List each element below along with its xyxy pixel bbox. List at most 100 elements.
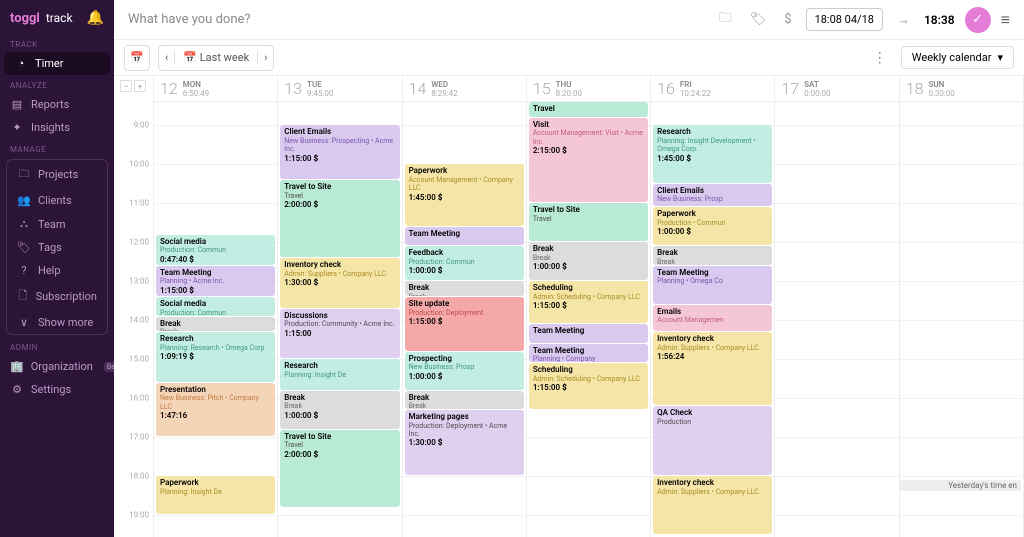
more-icon[interactable]: ⋮ (867, 50, 893, 66)
calendar-event[interactable]: Site updateProduction: Deployment1:15:00… (405, 297, 524, 351)
prev-icon[interactable]: ‹ (159, 51, 175, 64)
calendar-event[interactable]: SchedulingAdmin: Scheduling • Company LL… (529, 281, 648, 323)
event-project: Travel (284, 192, 395, 200)
calendar-event[interactable]: ProspectingNew Business: Prosp1:00:00 $ (405, 352, 524, 390)
billable-icon: $ (438, 372, 443, 382)
date-range[interactable]: 📅 Last week (175, 51, 257, 64)
section-header: MANAGE (0, 139, 114, 157)
calendar-event[interactable]: BreakBreak (405, 391, 524, 410)
day-number: 12 (160, 79, 178, 98)
nav-item-settings[interactable]: ⚙ Settings (0, 378, 114, 401)
calendar-event[interactable]: Inventory checkAdmin: Suppliers • Compan… (653, 476, 772, 534)
calendar-event[interactable]: Marketing pagesProduction: Deployment • … (405, 410, 524, 475)
calendar-event[interactable]: Client EmailsNew Business: Prosp (653, 184, 772, 206)
nav-item-show-more[interactable]: ∨Show more (7, 311, 107, 334)
calendar-event[interactable]: ResearchPlanning: Research • Omega Corp1… (156, 332, 275, 382)
calendar-event[interactable]: BreakBreak (405, 281, 524, 296)
event-project: Break (284, 402, 395, 410)
calendar-event[interactable]: BreakBreak1:00:00 $ (529, 242, 648, 280)
calendar-event[interactable]: ResearchPlanning: Insight De (280, 359, 399, 389)
calendar-event[interactable]: QA CheckProduction (653, 406, 772, 475)
calendar-event[interactable]: Social mediaProduction: Commun (156, 297, 275, 316)
calendar-event[interactable]: Travel to SiteTravel (529, 203, 648, 241)
event-title: Travel to Site (284, 432, 395, 442)
timer-input[interactable]: What have you done? (128, 12, 705, 27)
calendar-event[interactable]: Travel to SiteTravel2:00:00 $ (280, 180, 399, 257)
nav-item-insights[interactable]: ✦Insights (0, 116, 114, 139)
zoom-controls: − + (120, 80, 146, 92)
calendar-event[interactable]: EmailsAccount Managemen (653, 305, 772, 331)
calendar-event[interactable]: PaperworkPlanning: Insight De (156, 476, 275, 514)
calendar-event[interactable]: Team MeetingPlanning • Omega Co (653, 266, 772, 304)
nav-item-team[interactable]: ⛬Team (7, 212, 107, 236)
calendar-event[interactable]: SchedulingAdmin: Scheduling • Company LL… (529, 363, 648, 409)
calendar-event[interactable]: Social mediaProduction: Commun0:47:40 $ (156, 235, 275, 265)
calendar-event[interactable]: ResearchPlanning: Insight Development • … (653, 125, 772, 183)
day-weekday: WED (431, 80, 457, 89)
time-date-box[interactable]: 18:08 04/18 (806, 8, 883, 31)
folder-icon[interactable]: 🗀 (715, 9, 736, 31)
calendar-event[interactable]: BreakBreak (156, 317, 275, 332)
nav-label: Settings (31, 383, 71, 396)
section-header: ADMIN (0, 337, 114, 355)
next-icon[interactable]: › (257, 51, 273, 64)
billable-icon[interactable]: $ (780, 12, 795, 27)
event-duration: 1:45:00 $ (657, 154, 768, 164)
menu-icon[interactable]: ≡ (1001, 10, 1010, 30)
calendar-event[interactable]: DiscussionsProduction: Community • Acme … (280, 309, 399, 359)
hour-mark: 16:00 (129, 394, 149, 403)
event-duration: 1:15:00 (284, 329, 395, 339)
calendar-event[interactable]: VisitAccount Management: Visit • Acme In… (529, 118, 648, 203)
calendar-event[interactable]: Team MeetingPlanning • Company (529, 344, 648, 363)
zoom-out[interactable]: − (120, 80, 132, 92)
day-header: 18SUN0:30:00 (900, 76, 1024, 101)
nav-item-reports[interactable]: ▤Reports (0, 93, 114, 116)
calendar-event[interactable]: Team MeetingPlanning • Acme Inc.1:15:00 … (156, 266, 275, 296)
hour-mark: 15:00 (129, 355, 149, 364)
event-project: Travel (533, 215, 644, 223)
calendar-event[interactable]: PaperworkProduction • Commun1:00:00 $ (653, 207, 772, 245)
bell-icon[interactable]: 🔔 (87, 10, 104, 26)
event-title: QA Check (657, 408, 768, 418)
view-dropdown[interactable]: Weekly calendar ▾ (901, 46, 1014, 69)
event-project: Production (657, 418, 768, 426)
event-duration: 1:30:00 $ (409, 438, 520, 448)
nav-item-subscription[interactable]: 🗋Subscription (7, 282, 107, 311)
calendar-icon[interactable]: 📅 (124, 45, 150, 71)
calendar-event[interactable]: BreakBreak (653, 246, 772, 265)
calendar-event[interactable]: Travel (529, 102, 648, 117)
day-total: 6:50:49 (183, 89, 209, 98)
nav-item-projects[interactable]: 🗀Projects (7, 160, 107, 189)
past-entry-note[interactable]: Yesterday's time en (900, 480, 1021, 491)
nav-icon: ⚙ (10, 383, 24, 396)
calendar-event[interactable]: FeedbackProduction: Commun1:00:00 $ (405, 246, 524, 280)
nav-item-tags[interactable]: 🏷Tags (7, 236, 107, 259)
day-weekday: TUE (307, 80, 333, 89)
event-title: Team Meeting (657, 268, 768, 278)
event-duration: 0:47:40 $ (160, 255, 271, 265)
nav-item-clients[interactable]: 👥Clients (7, 189, 107, 212)
nav-label: Tags (38, 241, 62, 254)
zoom-in[interactable]: + (134, 80, 146, 92)
event-title: Inventory check (284, 260, 395, 270)
tag-icon[interactable]: 🏷 (746, 12, 771, 27)
play-button[interactable]: ✓ (965, 7, 991, 33)
calendar-event[interactable]: BreakBreak1:00:00 $ (280, 391, 399, 429)
calendar-event[interactable]: Inventory checkAdmin: Suppliers • Compan… (653, 332, 772, 405)
event-project: Break (657, 258, 768, 265)
nav-item-timer[interactable]: ◔Timer (4, 52, 110, 75)
nav-item-organization[interactable]: 🏢OrganizationBeta (0, 355, 114, 378)
day-total: 9:45:00 (307, 89, 333, 98)
nav-item-help[interactable]: ?Help (7, 259, 107, 282)
calendar-event[interactable]: PaperworkAccount Management • Company LL… (405, 164, 524, 225)
day-header: 12MON6:50:49 (154, 76, 278, 101)
calendar-event[interactable]: Client EmailsNew Business: Prospecting •… (280, 125, 399, 179)
event-title: Site update (409, 299, 520, 309)
calendar-event[interactable]: PresentationNew Business: Pitch • Compan… (156, 383, 275, 437)
calendar-event[interactable]: Travel to SiteTravel2:00:00 $ (280, 430, 399, 507)
event-project: Production: Commun (409, 258, 520, 266)
calendar-event[interactable]: Inventory checkAdmin: Suppliers • Compan… (280, 258, 399, 308)
calendar-event[interactable]: Team Meeting (529, 324, 648, 343)
hour-mark: 10:00 (129, 160, 149, 169)
calendar-event[interactable]: Team Meeting (405, 227, 524, 246)
